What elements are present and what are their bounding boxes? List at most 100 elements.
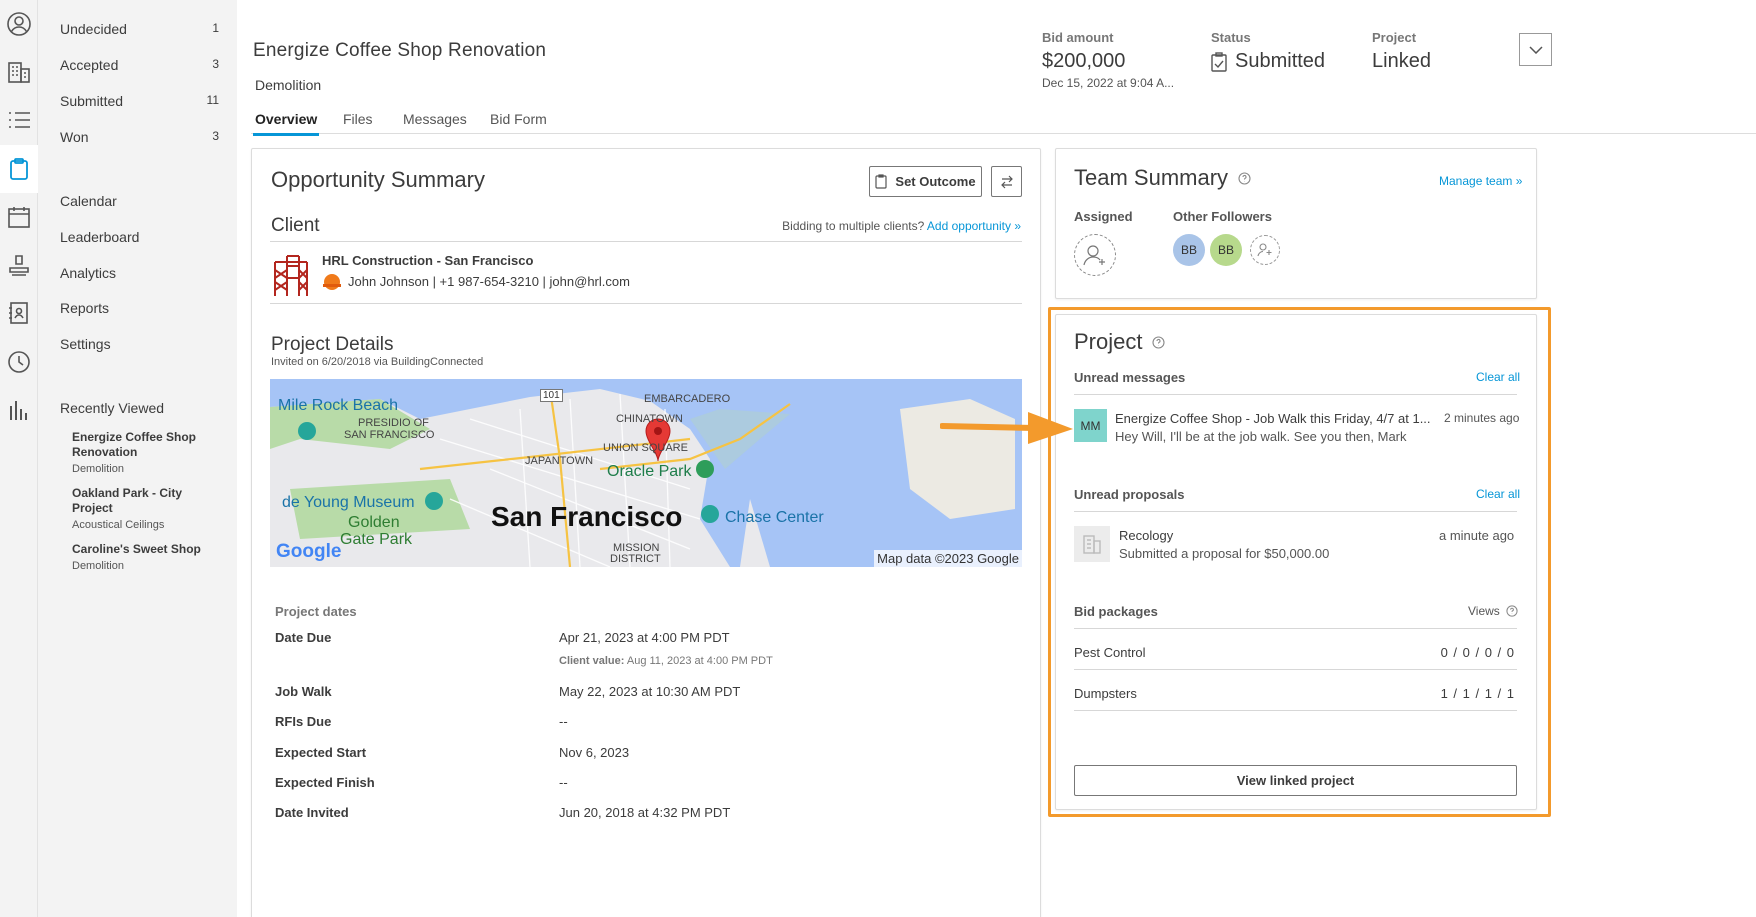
- recent-item-name: Caroline's Sweet Shop: [72, 542, 201, 556]
- proposal-company[interactable]: Recology: [1119, 528, 1173, 543]
- recent-item[interactable]: Energize Coffee Shop Renovation Demoliti…: [72, 430, 222, 475]
- arrow-annotation-icon: [940, 412, 1073, 444]
- nav-accepted[interactable]: Accepted 3: [60, 57, 219, 73]
- map-label: DISTRICT: [610, 553, 661, 565]
- icon-rail: [0, 0, 38, 917]
- swap-button[interactable]: [991, 166, 1022, 197]
- date-value: --: [559, 775, 568, 790]
- map-label: UNION SQUARE: [603, 442, 688, 454]
- page-title: Energize Coffee Shop Renovation: [253, 40, 547, 61]
- nav-submitted[interactable]: Submitted 11: [60, 93, 219, 109]
- swap-arrows-icon: [1000, 175, 1013, 188]
- user-circle-icon[interactable]: [3, 8, 35, 40]
- clipboard-icon[interactable]: [0, 145, 38, 193]
- date-value: --: [559, 714, 568, 729]
- team-summary-header: Team Summary: [1074, 165, 1251, 191]
- date-value: Apr 21, 2023 at 4:00 PM PDT: [559, 630, 730, 645]
- stamp-icon[interactable]: [3, 249, 35, 281]
- bid-amount-value: $200,000: [1042, 50, 1126, 72]
- project-card-header: Project: [1074, 329, 1166, 355]
- nav-won[interactable]: Won 3: [60, 129, 219, 145]
- project-map[interactable]: Mile Rock Beach PRESIDIO OF SAN FRANCISC…: [270, 379, 1022, 567]
- stat-label: Project: [1372, 30, 1417, 45]
- tab-bid-form[interactable]: Bid Form: [490, 111, 547, 127]
- status-stat: Status Submitted: [1211, 30, 1325, 73]
- clipboard-check-icon: [1211, 51, 1227, 72]
- clear-proposals-link[interactable]: Clear all: [1476, 487, 1520, 501]
- date-label: RFIs Due: [275, 714, 332, 729]
- set-outcome-button[interactable]: Set Outcome: [869, 166, 982, 197]
- project-card-title: Project: [1074, 329, 1143, 354]
- map-label: SAN FRANCISCO: [344, 429, 435, 441]
- assign-user-button[interactable]: [1074, 234, 1116, 276]
- nav-reports[interactable]: Reports: [60, 300, 219, 316]
- help-icon[interactable]: [1152, 335, 1166, 349]
- client-logo: [271, 252, 311, 301]
- team-summary-title: Team Summary: [1074, 165, 1229, 190]
- nav-count: 3: [212, 129, 219, 143]
- avatar[interactable]: BB: [1173, 234, 1205, 266]
- help-icon[interactable]: [1238, 171, 1251, 185]
- contacts-book-icon[interactable]: [3, 297, 35, 329]
- invited-note: Invited on 6/20/2018 via BuildingConnect…: [271, 356, 484, 368]
- help-icon[interactable]: [1506, 605, 1518, 617]
- nav-analytics[interactable]: Analytics: [60, 265, 219, 281]
- divider: [1074, 511, 1517, 512]
- divider: [1074, 394, 1517, 395]
- clear-messages-link[interactable]: Clear all: [1476, 370, 1520, 384]
- map-label: San Francisco: [491, 501, 683, 532]
- bid-package-name[interactable]: Dumpsters: [1074, 686, 1137, 701]
- client-value-text: Aug 11, 2023 at 4:00 PM PDT: [626, 655, 773, 667]
- project-link-status: Linked: [1372, 50, 1431, 72]
- message-subject[interactable]: Energize Coffee Shop - Job Walk this Fri…: [1115, 411, 1433, 426]
- client-value: Client value: Aug 11, 2023 at 4:00 PM PD…: [559, 655, 773, 667]
- view-linked-project-button[interactable]: View linked project: [1074, 765, 1517, 796]
- tab-files[interactable]: Files: [343, 111, 373, 127]
- recent-item[interactable]: Oakland Park - City Project Acoustical C…: [72, 486, 222, 531]
- chevron-down-icon: [1528, 45, 1543, 54]
- bid-amount-stat: Bid amount $200,000 Dec 15, 2022 at 9:04…: [1042, 30, 1174, 90]
- list-icon[interactable]: [3, 104, 35, 136]
- date-value: May 22, 2023 at 10:30 AM PDT: [559, 684, 741, 699]
- views-label: Views: [1468, 604, 1518, 618]
- tab-overview[interactable]: Overview: [252, 111, 320, 136]
- nav-label: Undecided: [60, 21, 127, 37]
- app-root: Undecided 1 Accepted 3 Submitted 11 Won …: [0, 0, 1756, 917]
- tab-messages[interactable]: Messages: [403, 111, 467, 127]
- map-label: 101: [540, 389, 563, 402]
- map-label: EMBARCADERO: [644, 393, 731, 405]
- map-label: Mile Rock Beach: [278, 397, 399, 414]
- message-avatar: MM: [1074, 409, 1107, 442]
- divider: [1074, 669, 1517, 670]
- stat-label: Status: [1211, 30, 1251, 45]
- clock-icon[interactable]: [3, 346, 35, 378]
- proposal-text: Submitted a proposal for $50,000.00: [1119, 546, 1330, 561]
- nav-undecided[interactable]: Undecided 1: [60, 21, 219, 37]
- avatar[interactable]: BB: [1210, 234, 1242, 266]
- add-opportunity-link[interactable]: Add opportunity »: [927, 219, 1021, 233]
- building-icon[interactable]: [3, 56, 35, 88]
- bid-package-name[interactable]: Pest Control: [1074, 645, 1146, 660]
- manage-team-link[interactable]: Manage team »: [1439, 174, 1522, 188]
- header-dropdown-button[interactable]: [1519, 33, 1552, 66]
- multi-client-note: Bidding to multiple clients? Add opportu…: [782, 219, 1021, 233]
- bar-chart-icon[interactable]: [3, 394, 35, 426]
- nav-settings[interactable]: Settings: [60, 336, 219, 352]
- nav-calendar[interactable]: Calendar: [60, 193, 219, 209]
- set-outcome-label: Set Outcome: [895, 174, 976, 189]
- assigned-label: Assigned: [1074, 209, 1133, 224]
- status-value: Submitted: [1235, 50, 1326, 72]
- divider: [1074, 628, 1517, 629]
- nav-leaderboard[interactable]: Leaderboard: [60, 229, 219, 245]
- nav-count: 11: [206, 93, 219, 107]
- project-details-heading: Project Details: [271, 334, 394, 355]
- add-follower-button[interactable]: [1250, 235, 1280, 265]
- calendar-icon[interactable]: [3, 201, 35, 233]
- client-contact-text: John Johnson | +1 987-654-3210 | john@hr…: [348, 273, 630, 289]
- divider: [270, 241, 1022, 242]
- nav-label: Leaderboard: [60, 229, 140, 245]
- recent-item-name: Oakland Park - City Project: [72, 486, 183, 515]
- recent-item[interactable]: Caroline's Sweet Shop Demolition: [72, 542, 222, 572]
- nav-label: Calendar: [60, 193, 117, 209]
- client-name[interactable]: HRL Construction - San Francisco: [322, 253, 533, 268]
